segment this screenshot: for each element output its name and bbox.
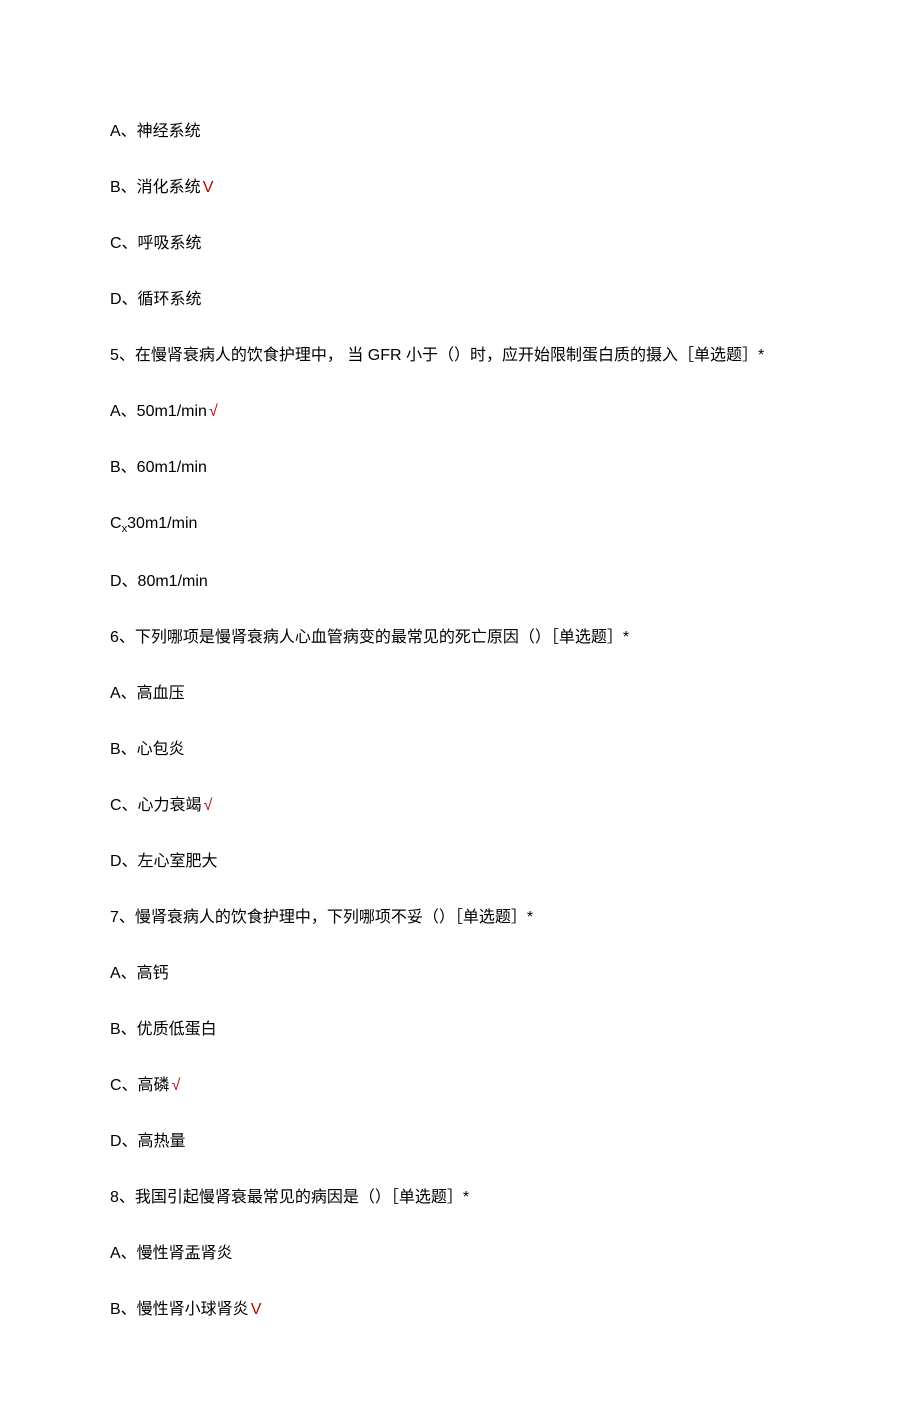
q7-option-c: C、高磷√: [110, 1074, 810, 1098]
q6-option-c: C、心力衰竭√: [110, 794, 810, 818]
option-text: C、高磷: [110, 1077, 170, 1094]
option-prefix: C: [110, 515, 122, 532]
q5-option-a: A、50m1/min√: [110, 400, 810, 424]
q7-option-b: B、优质低蛋白: [110, 1018, 810, 1042]
option-text: B、慢性肾小球肾炎: [110, 1301, 249, 1318]
correct-mark: V: [251, 1301, 262, 1318]
option-text: B、优质低蛋白: [110, 1021, 217, 1038]
question-text: 6、下列哪项是慢肾衰病人心血管病变的最常见的死亡原因（）［单选题］*: [110, 629, 629, 646]
q6-option-d: D、左心室肥大: [110, 850, 810, 874]
option-text: A、高钙: [110, 965, 169, 982]
option-text: C、心力衰竭: [110, 797, 202, 814]
q4-option-c: C、呼吸系统: [110, 232, 810, 256]
question-text: 5、在慢肾衰病人的饮食护理中， 当 GFR 小于（）时，应开始限制蛋白质的摄入［…: [110, 347, 764, 364]
option-text: 30m1/min: [127, 515, 197, 532]
option-text: D、左心室肥大: [110, 853, 218, 870]
question-text: 7、慢肾衰病人的饮食护理中，下列哪项不妥（）［单选题］*: [110, 909, 533, 926]
q5-option-b: B、60m1/min: [110, 456, 810, 480]
correct-mark: √: [209, 403, 218, 420]
question-text: 8、我国引起慢肾衰最常见的病因是（）［单选题］*: [110, 1189, 469, 1206]
option-text: B、60m1/min: [110, 459, 207, 476]
q6-option-a: A、高血压: [110, 682, 810, 706]
option-text: A、神经系统: [110, 123, 201, 140]
q7-option-a: A、高钙: [110, 962, 810, 986]
q8-option-b: B、慢性肾小球肾炎V: [110, 1298, 810, 1322]
q5-stem: 5、在慢肾衰病人的饮食护理中， 当 GFR 小于（）时，应开始限制蛋白质的摄入［…: [110, 344, 810, 368]
q8-option-a: A、慢性肾盂肾炎: [110, 1242, 810, 1266]
correct-mark: √: [204, 797, 213, 814]
option-text: D、80m1/min: [110, 573, 208, 590]
q4-option-b: B、消化系统V: [110, 176, 810, 200]
option-text: D、高热量: [110, 1133, 186, 1150]
correct-mark: √: [172, 1077, 181, 1094]
q4-option-d: D、循环系统: [110, 288, 810, 312]
q7-stem: 7、慢肾衰病人的饮食护理中，下列哪项不妥（）［单选题］*: [110, 906, 810, 930]
option-text: B、心包炎: [110, 741, 185, 758]
q6-stem: 6、下列哪项是慢肾衰病人心血管病变的最常见的死亡原因（）［单选题］*: [110, 626, 810, 650]
option-text: C、呼吸系统: [110, 235, 202, 252]
q5-option-c: Cx30m1/min: [110, 512, 810, 538]
option-text: A、慢性肾盂肾炎: [110, 1245, 233, 1262]
option-text: B、消化系统: [110, 179, 201, 196]
q7-option-d: D、高热量: [110, 1130, 810, 1154]
q8-stem: 8、我国引起慢肾衰最常见的病因是（）［单选题］*: [110, 1186, 810, 1210]
correct-mark: V: [203, 179, 214, 196]
q4-option-a: A、神经系统: [110, 120, 810, 144]
q5-option-d: D、80m1/min: [110, 570, 810, 594]
option-text: A、50m1/min: [110, 403, 207, 420]
option-text: D、循环系统: [110, 291, 202, 308]
q6-option-b: B、心包炎: [110, 738, 810, 762]
option-text: A、高血压: [110, 685, 185, 702]
